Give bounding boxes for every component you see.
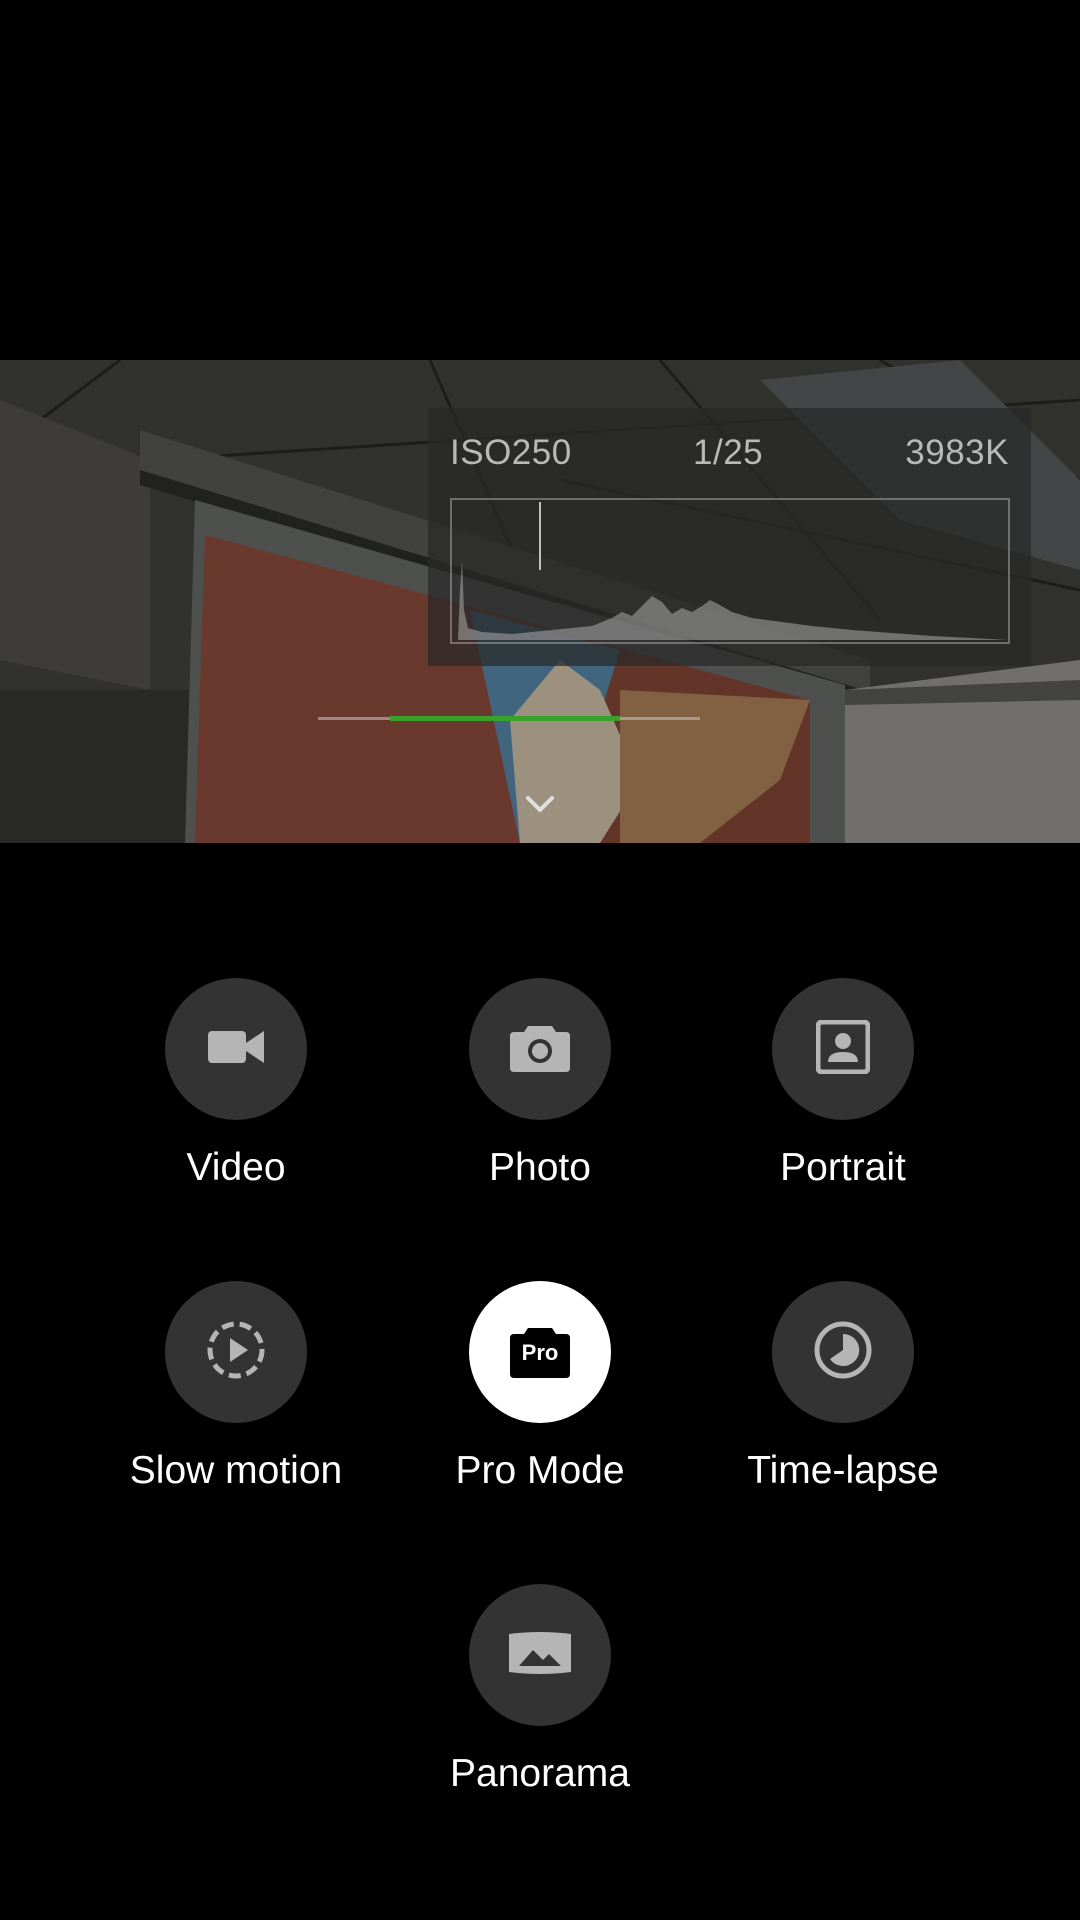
mode-label-panorama: Panorama bbox=[450, 1752, 630, 1795]
mode-label-slow-motion: Slow motion bbox=[129, 1449, 343, 1492]
iso-readout: ISO250 bbox=[450, 433, 572, 472]
panorama-icon bbox=[507, 1630, 573, 1681]
timelapse-icon bbox=[813, 1320, 873, 1385]
white-balance-readout: 3983K bbox=[905, 433, 1009, 472]
mode-label-video: Video bbox=[186, 1146, 286, 1189]
mode-portrait[interactable]: Portrait bbox=[693, 978, 993, 1190]
mode-label-time-lapse: Time-lapse bbox=[747, 1449, 939, 1492]
pro-icon-text: Pro bbox=[521, 1340, 559, 1365]
mode-time-lapse[interactable]: Time-lapse bbox=[693, 1281, 993, 1493]
pro-camera-icon: Pro bbox=[510, 1326, 570, 1378]
camera-icon bbox=[510, 1022, 570, 1077]
mode-photo[interactable]: Photo bbox=[390, 978, 690, 1190]
pro-mode-button[interactable]: Pro bbox=[469, 1281, 611, 1423]
mode-video[interactable]: Video bbox=[86, 978, 386, 1190]
video-button[interactable] bbox=[165, 978, 307, 1120]
shutter-speed-readout: 1/25 bbox=[693, 433, 764, 472]
photo-button[interactable] bbox=[469, 978, 611, 1120]
mode-slow-motion[interactable]: Slow motion bbox=[86, 1281, 386, 1493]
portrait-icon bbox=[815, 1019, 871, 1079]
mode-panorama[interactable]: Panorama bbox=[390, 1584, 690, 1796]
pro-info-panel: ISO250 1/25 3983K bbox=[428, 408, 1031, 666]
video-camera-icon bbox=[208, 1027, 264, 1072]
mode-label-photo: Photo bbox=[489, 1146, 591, 1189]
time-lapse-button[interactable] bbox=[772, 1281, 914, 1423]
camera-mode-screen: ISO250 1/25 3983K Video Photo Portrait S… bbox=[0, 0, 1080, 1920]
exposure-slider[interactable] bbox=[318, 716, 700, 721]
mode-label-pro: Pro Mode bbox=[455, 1449, 625, 1492]
chevron-down-icon[interactable] bbox=[522, 792, 558, 816]
mode-label-portrait: Portrait bbox=[780, 1146, 906, 1189]
panorama-button[interactable] bbox=[469, 1584, 611, 1726]
slow-motion-button[interactable] bbox=[165, 1281, 307, 1423]
slow-motion-icon bbox=[206, 1320, 266, 1385]
mode-pro[interactable]: Pro Pro Mode bbox=[390, 1281, 690, 1493]
portrait-button[interactable] bbox=[772, 978, 914, 1120]
exposure-slider-fill bbox=[390, 716, 620, 721]
viewfinder-preview[interactable]: ISO250 1/25 3983K bbox=[0, 360, 1080, 843]
histogram bbox=[450, 498, 1010, 644]
